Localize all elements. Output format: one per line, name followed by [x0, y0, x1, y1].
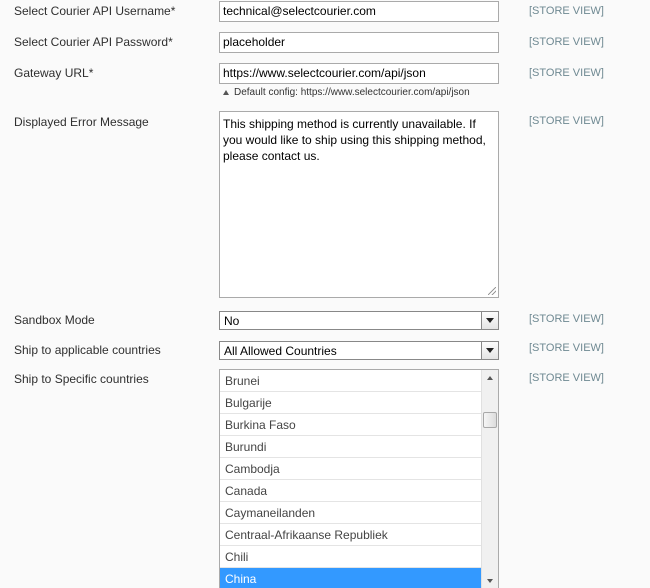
applicable-countries-scope: [STORE VIEW] — [529, 342, 604, 354]
chevron-down-icon[interactable] — [481, 312, 498, 329]
list-item[interactable]: Brunei — [220, 370, 481, 392]
username-label: Select Courier API Username* — [14, 4, 176, 18]
password-label: Select Courier API Password* — [14, 35, 173, 49]
resize-grip-icon[interactable] — [488, 287, 496, 295]
scroll-down-arrow-icon[interactable] — [482, 573, 498, 588]
sandbox-mode-scope: [STORE VIEW] — [529, 313, 604, 325]
error-message-scope: [STORE VIEW] — [529, 115, 604, 127]
password-scope: [STORE VIEW] — [529, 36, 604, 48]
gateway-url-input[interactable]: https://www.selectcourier.com/api/json — [219, 63, 499, 84]
sandbox-mode-label: Sandbox Mode — [14, 313, 95, 327]
sandbox-mode-select[interactable]: No — [219, 311, 499, 330]
listbox-scrollbar[interactable] — [481, 370, 498, 588]
gateway-url-scope: [STORE VIEW] — [529, 67, 604, 79]
list-item[interactable]: Centraal-Afrikaanse Republiek — [220, 524, 481, 546]
specific-countries-listbox[interactable]: Brunei Bulgarije Burkina Faso Burundi Ca… — [219, 369, 499, 588]
up-arrow-icon — [223, 90, 229, 95]
applicable-countries-select[interactable]: All Allowed Countries — [219, 341, 499, 360]
scrollbar-thumb[interactable] — [483, 412, 497, 428]
gateway-url-label: Gateway URL* — [14, 66, 94, 80]
scroll-up-arrow-icon[interactable] — [482, 370, 498, 386]
specific-countries-label: Ship to Specific countries — [14, 372, 149, 386]
list-item[interactable]: Canada — [220, 480, 481, 502]
username-input[interactable]: technical@selectcourier.com — [219, 1, 499, 22]
username-scope: [STORE VIEW] — [529, 5, 604, 17]
list-item-selected[interactable]: China — [220, 568, 481, 588]
gateway-url-note-text: Default config: https://www.selectcourie… — [234, 87, 470, 98]
list-item[interactable]: Bulgarije — [220, 392, 481, 414]
error-message-text: This shipping method is currently unavai… — [223, 117, 486, 163]
gateway-url-default-note: Default config: https://www.selectcourie… — [223, 87, 470, 98]
list-item[interactable]: Burundi — [220, 436, 481, 458]
password-input[interactable]: placeholder — [219, 32, 499, 53]
sandbox-mode-value: No — [224, 314, 240, 328]
chevron-down-icon[interactable] — [481, 342, 498, 359]
error-message-textarea[interactable]: This shipping method is currently unavai… — [219, 111, 499, 298]
list-item[interactable]: Cambodja — [220, 458, 481, 480]
list-item[interactable]: Burkina Faso — [220, 414, 481, 436]
applicable-countries-label: Ship to applicable countries — [14, 343, 161, 357]
specific-countries-scope: [STORE VIEW] — [529, 372, 604, 384]
error-message-label: Displayed Error Message — [14, 115, 149, 129]
list-item[interactable]: Caymaneilanden — [220, 502, 481, 524]
list-item[interactable]: Chili — [220, 546, 481, 568]
applicable-countries-value: All Allowed Countries — [224, 344, 337, 358]
